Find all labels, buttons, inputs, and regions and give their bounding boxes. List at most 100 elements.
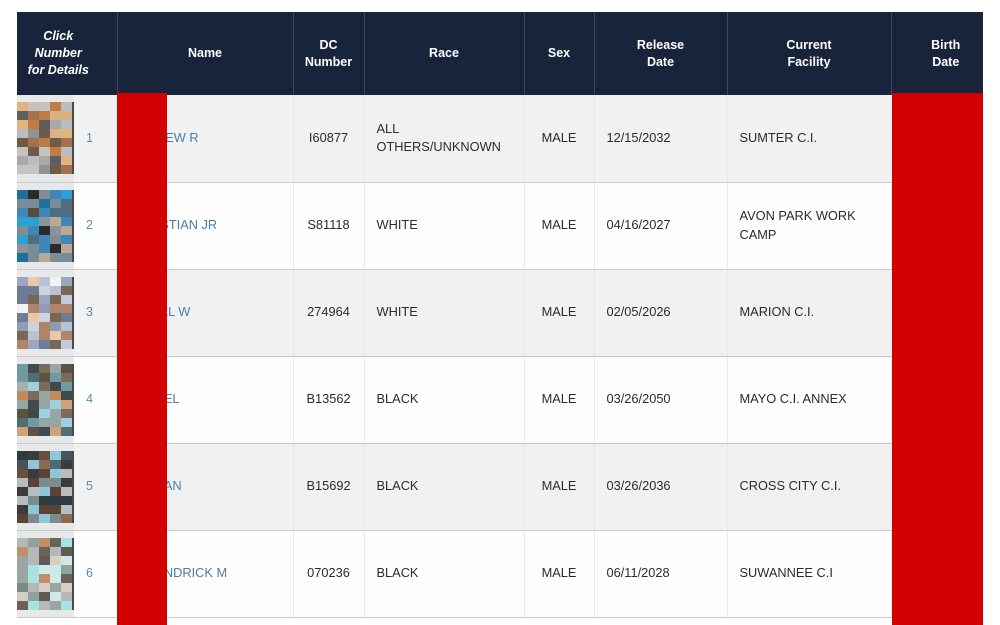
thumbnail-pixel (39, 495, 50, 505)
thumbnail-pixel (39, 363, 50, 373)
thumbnail-pixel (50, 537, 61, 547)
thumbnail-pixel (50, 165, 61, 175)
row-number-link[interactable]: 4 (86, 390, 93, 408)
cell-sex: MALE (524, 530, 595, 618)
thumbnail-pixel (50, 399, 61, 409)
header-line: Number (304, 54, 353, 69)
thumbnail-pixel (28, 450, 39, 460)
thumbnail-pixel (61, 468, 72, 478)
cell-dc-number: S81118 (293, 182, 365, 270)
thumbnail-pixel (39, 381, 50, 391)
thumbnail-pixel (28, 477, 39, 487)
thumbnail-pixel (61, 486, 72, 496)
row-number-link[interactable]: 3 (86, 303, 93, 321)
cell-click-number[interactable]: 4 (0, 356, 117, 444)
thumbnail-pixel (17, 198, 28, 208)
thumbnail-pixel (17, 459, 28, 469)
column-header-sex[interactable]: Sex (524, 12, 595, 95)
cell-click-number[interactable]: 1 (0, 95, 117, 183)
thumbnail-pixel (28, 102, 39, 112)
column-header-name[interactable]: Name (117, 12, 294, 95)
header-row: Click Number for Details Name DC Number … (0, 12, 1000, 95)
column-header-click-number[interactable]: Click Number for Details (0, 12, 118, 95)
thumbnail-pixel (17, 312, 28, 322)
column-header-release-date[interactable]: Release Date (594, 12, 728, 95)
inmate-photo-thumbnail[interactable] (17, 189, 74, 262)
thumbnail-pixel (28, 165, 39, 175)
inmate-photo-thumbnail[interactable] (17, 276, 74, 349)
cell-race: WHITE (364, 269, 525, 357)
thumbnail-pixel (17, 234, 28, 244)
thumbnail-pixel (28, 537, 39, 547)
thumbnail-pixel (39, 243, 50, 253)
cell-release-date: 06/11/2028 (594, 530, 728, 618)
inmate-photo-thumbnail[interactable] (17, 450, 74, 523)
thumbnail-pixel (17, 111, 28, 121)
thumbnail-pixel (61, 129, 72, 139)
column-header-current-facility[interactable]: Current Facility (727, 12, 892, 95)
thumbnail-pixel (17, 372, 28, 382)
thumbnail-pixel (17, 426, 28, 436)
row-number-link[interactable]: 6 (86, 564, 93, 582)
thumbnail-pixel (50, 294, 61, 304)
thumbnail-pixel (17, 390, 28, 400)
thumbnail-pixel (17, 513, 28, 523)
thumbnail-pixel (39, 399, 50, 409)
cell-current-facility: CROSS CITY C.I. (727, 443, 892, 531)
thumbnail-pixel (17, 147, 28, 157)
thumbnail-pixel (50, 312, 61, 322)
cell-click-number[interactable]: 3 (0, 269, 117, 357)
thumbnail-pixel (50, 276, 61, 286)
inmate-photo-thumbnail[interactable] (17, 363, 74, 436)
thumbnail-pixel (17, 546, 28, 556)
column-header-race[interactable]: Race (364, 12, 525, 95)
thumbnail-pixel (39, 285, 50, 295)
thumbnail-pixel (39, 120, 50, 130)
cell-release-date: 03/26/2050 (594, 356, 728, 444)
thumbnail-pixel (39, 225, 50, 235)
thumbnail-pixel (17, 165, 28, 175)
thumbnail-pixel (28, 399, 39, 409)
cell-dc-number: B13562 (293, 356, 365, 444)
thumbnail-pixel (61, 477, 72, 487)
thumbnail-pixel (39, 111, 50, 121)
thumbnail-pixel (61, 243, 72, 253)
thumbnail-wrapper: 4 (0, 357, 117, 443)
thumbnail-pixel (28, 546, 39, 556)
thumbnail-pixel (17, 381, 28, 391)
thumbnail-pixel (50, 426, 61, 436)
header-line: Date (646, 54, 675, 69)
thumbnail-pixel (17, 129, 28, 139)
thumbnail-pixel (28, 111, 39, 121)
thumbnail-pixel (61, 591, 72, 601)
thumbnail-pixel (17, 504, 28, 514)
row-number-link[interactable]: 1 (86, 129, 93, 147)
thumbnail-pixel (61, 138, 72, 148)
cell-click-number[interactable]: 2 (0, 182, 117, 270)
thumbnail-pixel (39, 591, 50, 601)
thumbnail-pixel (17, 582, 28, 592)
thumbnail-pixel (39, 102, 50, 112)
row-number-link[interactable]: 2 (86, 216, 93, 234)
thumbnail-pixel (17, 408, 28, 418)
thumbnail-pixel (28, 504, 39, 514)
thumbnail-pixel (50, 252, 61, 262)
thumbnail-pixel (28, 285, 39, 295)
column-header-dc-number[interactable]: DC Number (293, 12, 365, 95)
inmate-photo-thumbnail[interactable] (17, 102, 74, 175)
redaction-bar-left (117, 93, 167, 625)
cell-click-number[interactable]: 6 (0, 530, 117, 618)
thumbnail-pixel (39, 294, 50, 304)
inmate-photo-thumbnail[interactable] (17, 537, 74, 610)
thumbnail-pixel (39, 330, 50, 340)
thumbnail-pixel (17, 591, 28, 601)
cell-click-number[interactable]: 5 (0, 443, 117, 531)
thumbnail-pixel (50, 555, 61, 565)
header-line: Name (187, 46, 223, 61)
cell-dc-number: 070236 (293, 530, 365, 618)
cell-current-facility: AVON PARK WORK CAMP (727, 182, 892, 270)
thumbnail-pixel (17, 216, 28, 226)
thumbnail-pixel (28, 189, 39, 199)
row-number-link[interactable]: 5 (86, 477, 93, 495)
thumbnail-pixel (17, 417, 28, 427)
